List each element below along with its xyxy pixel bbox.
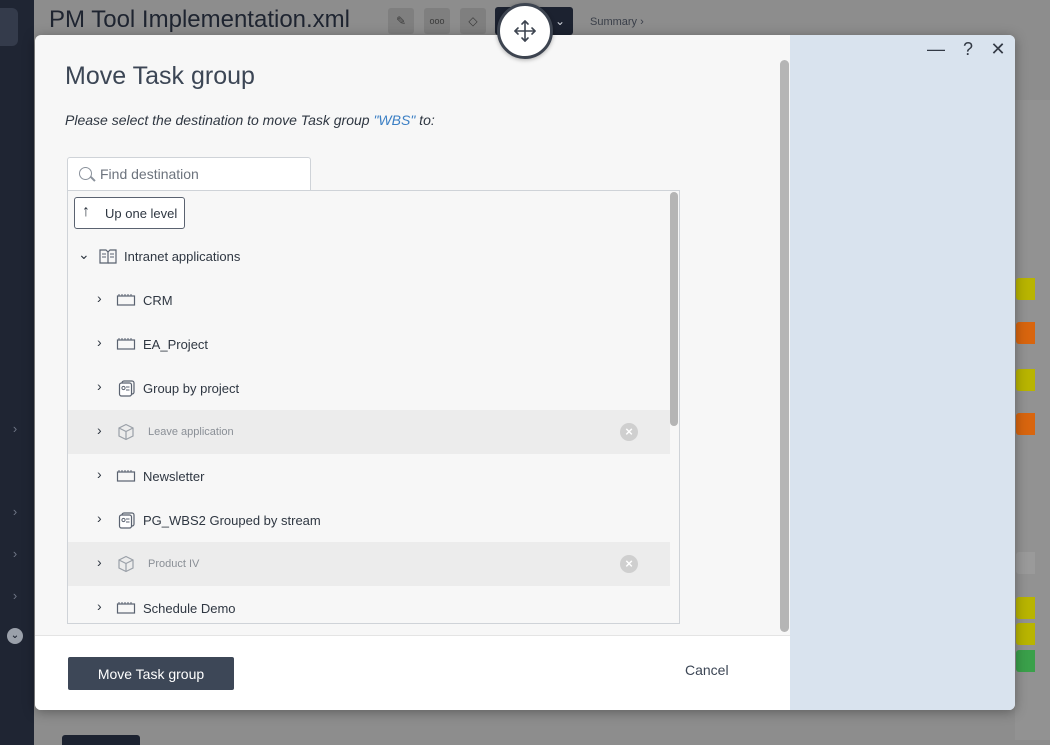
tree-item[interactable]: › EA_Project xyxy=(68,322,670,366)
package-icon xyxy=(116,423,136,441)
subtitle-suffix: to: xyxy=(415,112,435,128)
search-icon xyxy=(79,167,92,180)
tree-item-label: Newsletter xyxy=(143,469,205,484)
package-icon xyxy=(116,555,136,573)
bottom-tab[interactable] xyxy=(62,735,140,745)
dialog-subtitle: Please select the destination to move Ta… xyxy=(65,112,435,128)
group-icon xyxy=(116,379,136,397)
chevron-right-icon[interactable]: › xyxy=(97,599,109,613)
page-title: PM Tool Implementation.xml xyxy=(49,6,351,33)
status-swatch xyxy=(1016,413,1035,435)
tree-item-label: Leave application xyxy=(148,426,234,438)
dialog-scrollbar[interactable] xyxy=(780,60,789,632)
tree-item-label: CRM xyxy=(143,293,173,308)
up-one-level-button[interactable]: ↑ Up one level xyxy=(74,197,185,229)
tree-item-label: PG_WBS2 Grouped by stream xyxy=(143,513,321,528)
move-handle[interactable] xyxy=(497,3,553,59)
status-swatch xyxy=(1016,650,1035,672)
close-icon[interactable]: ✕ xyxy=(988,39,1008,60)
tree-item[interactable]: › CRM xyxy=(68,278,670,322)
tag-icon[interactable]: ◇ xyxy=(460,8,486,34)
folder-book-icon xyxy=(98,247,118,265)
tree-item-label: Schedule Demo xyxy=(143,601,236,616)
search-box[interactable] xyxy=(67,157,311,190)
dialog-side-panel xyxy=(790,35,1015,710)
sidebar-expand-icon[interactable]: › xyxy=(8,547,22,561)
chevron-right-icon[interactable]: › xyxy=(97,291,109,305)
sidebar-expand-icon[interactable]: › xyxy=(8,505,22,519)
status-swatch xyxy=(1016,552,1035,574)
tree-item[interactable]: › Group by project xyxy=(68,366,670,410)
project-icon xyxy=(116,291,136,309)
status-swatch xyxy=(1016,369,1035,391)
summary-link[interactable]: Summary › xyxy=(590,16,644,28)
tree-item[interactable]: › Product IV × xyxy=(68,542,670,586)
dialog-footer: Move Task group Cancel xyxy=(35,635,790,710)
tree-item-label: Intranet applications xyxy=(124,249,241,264)
chevron-right-icon[interactable]: › xyxy=(97,335,109,349)
help-icon[interactable]: ? xyxy=(958,39,978,60)
arrow-up-icon: ↑ xyxy=(82,203,90,220)
subtitle-prefix: Please select the destination to move Ta… xyxy=(65,112,374,128)
up-one-level-label: Up one level xyxy=(105,206,178,221)
chevron-right-icon[interactable]: › xyxy=(97,467,109,481)
clear-icon[interactable]: × xyxy=(620,423,638,441)
tree-item[interactable]: › PG_WBS2 Grouped by stream xyxy=(68,498,670,542)
minimize-icon[interactable]: — xyxy=(926,39,946,60)
project-icon xyxy=(116,467,136,485)
edit-icon[interactable]: ✎ xyxy=(388,8,414,34)
status-swatch xyxy=(1016,597,1035,619)
tree-item-label: EA_Project xyxy=(143,337,209,352)
status-swatch xyxy=(1016,278,1035,300)
cancel-button[interactable]: Cancel xyxy=(685,662,729,678)
sidebar-expand-icon[interactable]: › xyxy=(8,422,22,436)
move-arrows-icon xyxy=(514,20,536,42)
clear-icon[interactable]: × xyxy=(620,555,638,573)
destination-tree: ↑ Up one level ⌄ Intranet applications ›… xyxy=(67,190,680,624)
find-destination-input[interactable] xyxy=(100,164,300,184)
sidebar-collapse-icon[interactable]: ⌄ xyxy=(7,628,23,644)
dialog-title: Move Task group xyxy=(65,62,255,90)
status-swatch xyxy=(1016,322,1035,344)
tree-item-label: Product IV xyxy=(148,558,200,570)
move-task-group-dialog: — ? ✕ Move Task group Please select the … xyxy=(35,35,1015,710)
project-icon xyxy=(116,599,136,617)
group-icon xyxy=(116,511,136,529)
chevron-down-icon[interactable]: ⌄ xyxy=(78,247,90,261)
more-icon[interactable]: ooo xyxy=(424,8,450,34)
chevron-right-icon[interactable]: › xyxy=(97,555,109,569)
move-task-group-button[interactable]: Move Task group xyxy=(68,657,234,690)
tree-item[interactable]: › Newsletter xyxy=(68,454,670,498)
tree-root-item[interactable]: ⌄ Intranet applications xyxy=(68,234,670,278)
sidebar-top-button[interactable] xyxy=(0,8,18,46)
subtitle-item-name: "WBS" xyxy=(373,112,416,128)
tree-scrollbar[interactable] xyxy=(670,192,678,426)
chevron-right-icon[interactable]: › xyxy=(97,423,109,437)
chevron-right-icon[interactable]: › xyxy=(97,379,109,393)
tree-item-label: Group by project xyxy=(143,381,240,396)
chevron-right-icon[interactable]: › xyxy=(97,511,109,525)
tree-item[interactable]: › Leave application × xyxy=(68,410,670,454)
sidebar-expand-icon[interactable]: › xyxy=(8,589,22,603)
app-sidebar: › › › › ⌄ xyxy=(0,0,34,745)
tree-item[interactable]: › Schedule Demo xyxy=(68,586,670,623)
project-icon xyxy=(116,335,136,353)
status-swatch xyxy=(1016,623,1035,645)
